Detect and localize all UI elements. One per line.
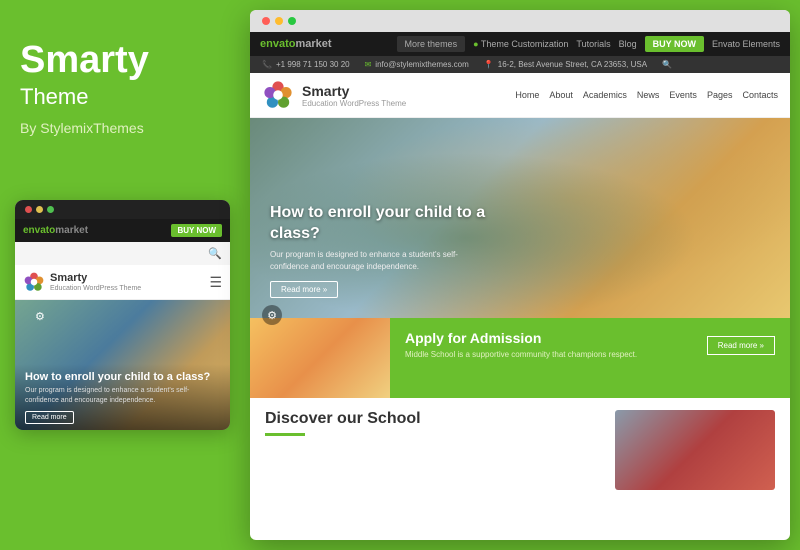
admission-section: Apply for Admission Middle School is a s…	[250, 318, 790, 398]
dot-green	[47, 206, 54, 213]
tutorials-link[interactable]: Tutorials	[576, 39, 610, 49]
search-icon[interactable]: 🔍	[662, 60, 672, 69]
nav-home[interactable]: Home	[515, 90, 539, 100]
admission-text: Middle School is a supportive community …	[405, 349, 637, 360]
envato-nav-items: More themes ● Theme Customization Tutori…	[397, 36, 780, 52]
mobile-envato-bar: envatomarket BUY NOW	[15, 219, 230, 242]
site-logo-text-area: Smarty Education WordPress Theme	[302, 83, 406, 108]
nav-news[interactable]: News	[637, 90, 660, 100]
browser-dot-yellow	[275, 17, 283, 25]
mobile-site-name: Smarty	[50, 272, 141, 285]
discover-underline	[265, 433, 305, 436]
mobile-logo-area: Smarty Education WordPress Theme	[23, 271, 141, 293]
search-icon-top[interactable]: 🔍	[662, 60, 672, 69]
hero-read-more-button[interactable]: Read more »	[270, 281, 338, 298]
theme-subtitle: Theme	[20, 84, 225, 110]
mobile-site-tagline: Education WordPress Theme	[50, 285, 141, 292]
nav-events[interactable]: Events	[669, 90, 697, 100]
site-phone: 📞 +1 998 71 150 30 20	[262, 60, 350, 69]
envato-elements-link[interactable]: Envato Elements	[712, 39, 780, 49]
nav-about[interactable]: About	[549, 90, 573, 100]
site-main-nav: Smarty Education WordPress Theme Home Ab…	[250, 73, 790, 118]
hero-content: How to enroll your child to a class? Our…	[270, 203, 520, 298]
email-icon: ✉	[365, 60, 372, 69]
mobile-site-name-area: Smarty Education WordPress Theme	[50, 272, 141, 292]
site-nav-links: Home About Academics News Events Pages C…	[515, 90, 778, 100]
theme-customization-link: ● Theme Customization	[473, 39, 568, 49]
phone-icon: 📞	[262, 60, 272, 69]
site-top-bar: 📞 +1 998 71 150 30 20 ✉ info@stylemixthe…	[250, 56, 790, 73]
discover-title: Discover our School	[265, 410, 421, 428]
site-hero-section: How to enroll your child to a class? Our…	[250, 118, 790, 318]
more-themes-dropdown[interactable]: More themes	[397, 36, 466, 52]
desktop-preview-panel: envatomarket More themes ● Theme Customi…	[250, 10, 790, 540]
dot-red	[25, 206, 32, 213]
mobile-search-bar: 🔍	[15, 242, 230, 265]
mobile-hero: ⚙ How to enroll your child to a class? O…	[15, 300, 230, 430]
browser-chrome	[250, 10, 790, 32]
mobile-browser-chrome	[15, 200, 230, 219]
mobile-buy-now-button[interactable]: BUY NOW	[171, 224, 222, 237]
site-address: 📍 16-2, Best Avenue Street, CA 23653, US…	[484, 60, 647, 69]
envato-top-bar: envatomarket More themes ● Theme Customi…	[250, 32, 790, 56]
mobile-preview-card: envatomarket BUY NOW 🔍 Smarty	[15, 200, 230, 430]
nav-pages[interactable]: Pages	[707, 90, 733, 100]
admission-text-area: Apply for Admission Middle School is a s…	[405, 330, 637, 360]
location-icon: 📍	[484, 60, 494, 69]
admission-read-more-button[interactable]: Read more »	[707, 336, 775, 355]
hero-text: Our program is designed to enhance a stu…	[270, 249, 490, 273]
mobile-nav-bar: Smarty Education WordPress Theme ☰	[15, 265, 230, 300]
hamburger-icon[interactable]: ☰	[209, 274, 222, 291]
mobile-logo-flower	[23, 271, 45, 293]
mobile-hero-overlay: How to enroll your child to a class? Our…	[15, 364, 230, 430]
nav-contacts[interactable]: Contacts	[742, 90, 778, 100]
discover-school-image	[615, 410, 775, 490]
site-logo-name: Smarty	[302, 83, 406, 99]
discover-text-area: Discover our School	[265, 410, 421, 436]
admission-content: Apply for Admission Middle School is a s…	[390, 318, 790, 398]
envato-market-logo: envatomarket	[260, 38, 332, 50]
browser-dot-red	[262, 17, 270, 25]
mobile-hero-text: Our program is designed to enhance a stu…	[25, 386, 220, 406]
mobile-dots	[25, 206, 54, 213]
admission-title: Apply for Admission	[405, 330, 637, 346]
hero-title: How to enroll your child to a class?	[270, 203, 520, 245]
theme-title: Smarty	[20, 40, 225, 82]
site-logo-tagline: Education WordPress Theme	[302, 99, 406, 108]
nav-academics[interactable]: Academics	[583, 90, 627, 100]
site-logo-flower	[262, 79, 294, 111]
mobile-gear-icon[interactable]: ⚙	[35, 310, 45, 323]
dot-yellow	[36, 206, 43, 213]
theme-author: By StylemixThemes	[20, 120, 225, 136]
discover-section: Discover our School	[250, 398, 790, 502]
mobile-read-more-button[interactable]: Read more	[25, 411, 74, 424]
site-logo-area: Smarty Education WordPress Theme	[262, 79, 406, 111]
buy-now-button[interactable]: BUY NOW	[645, 36, 704, 52]
admission-image	[250, 318, 390, 398]
mobile-envato-logo: envatomarket	[23, 225, 88, 236]
left-panel: Smarty Theme By StylemixThemes envatomar…	[0, 0, 245, 550]
mobile-hero-title: How to enroll your child to a class?	[25, 370, 220, 384]
blog-link[interactable]: Blog	[619, 39, 637, 49]
desktop-gear-icon[interactable]: ⚙	[262, 305, 282, 325]
search-icon[interactable]: 🔍	[208, 247, 222, 260]
site-email: ✉ info@stylemixthemes.com	[365, 60, 469, 69]
browser-dot-green	[288, 17, 296, 25]
